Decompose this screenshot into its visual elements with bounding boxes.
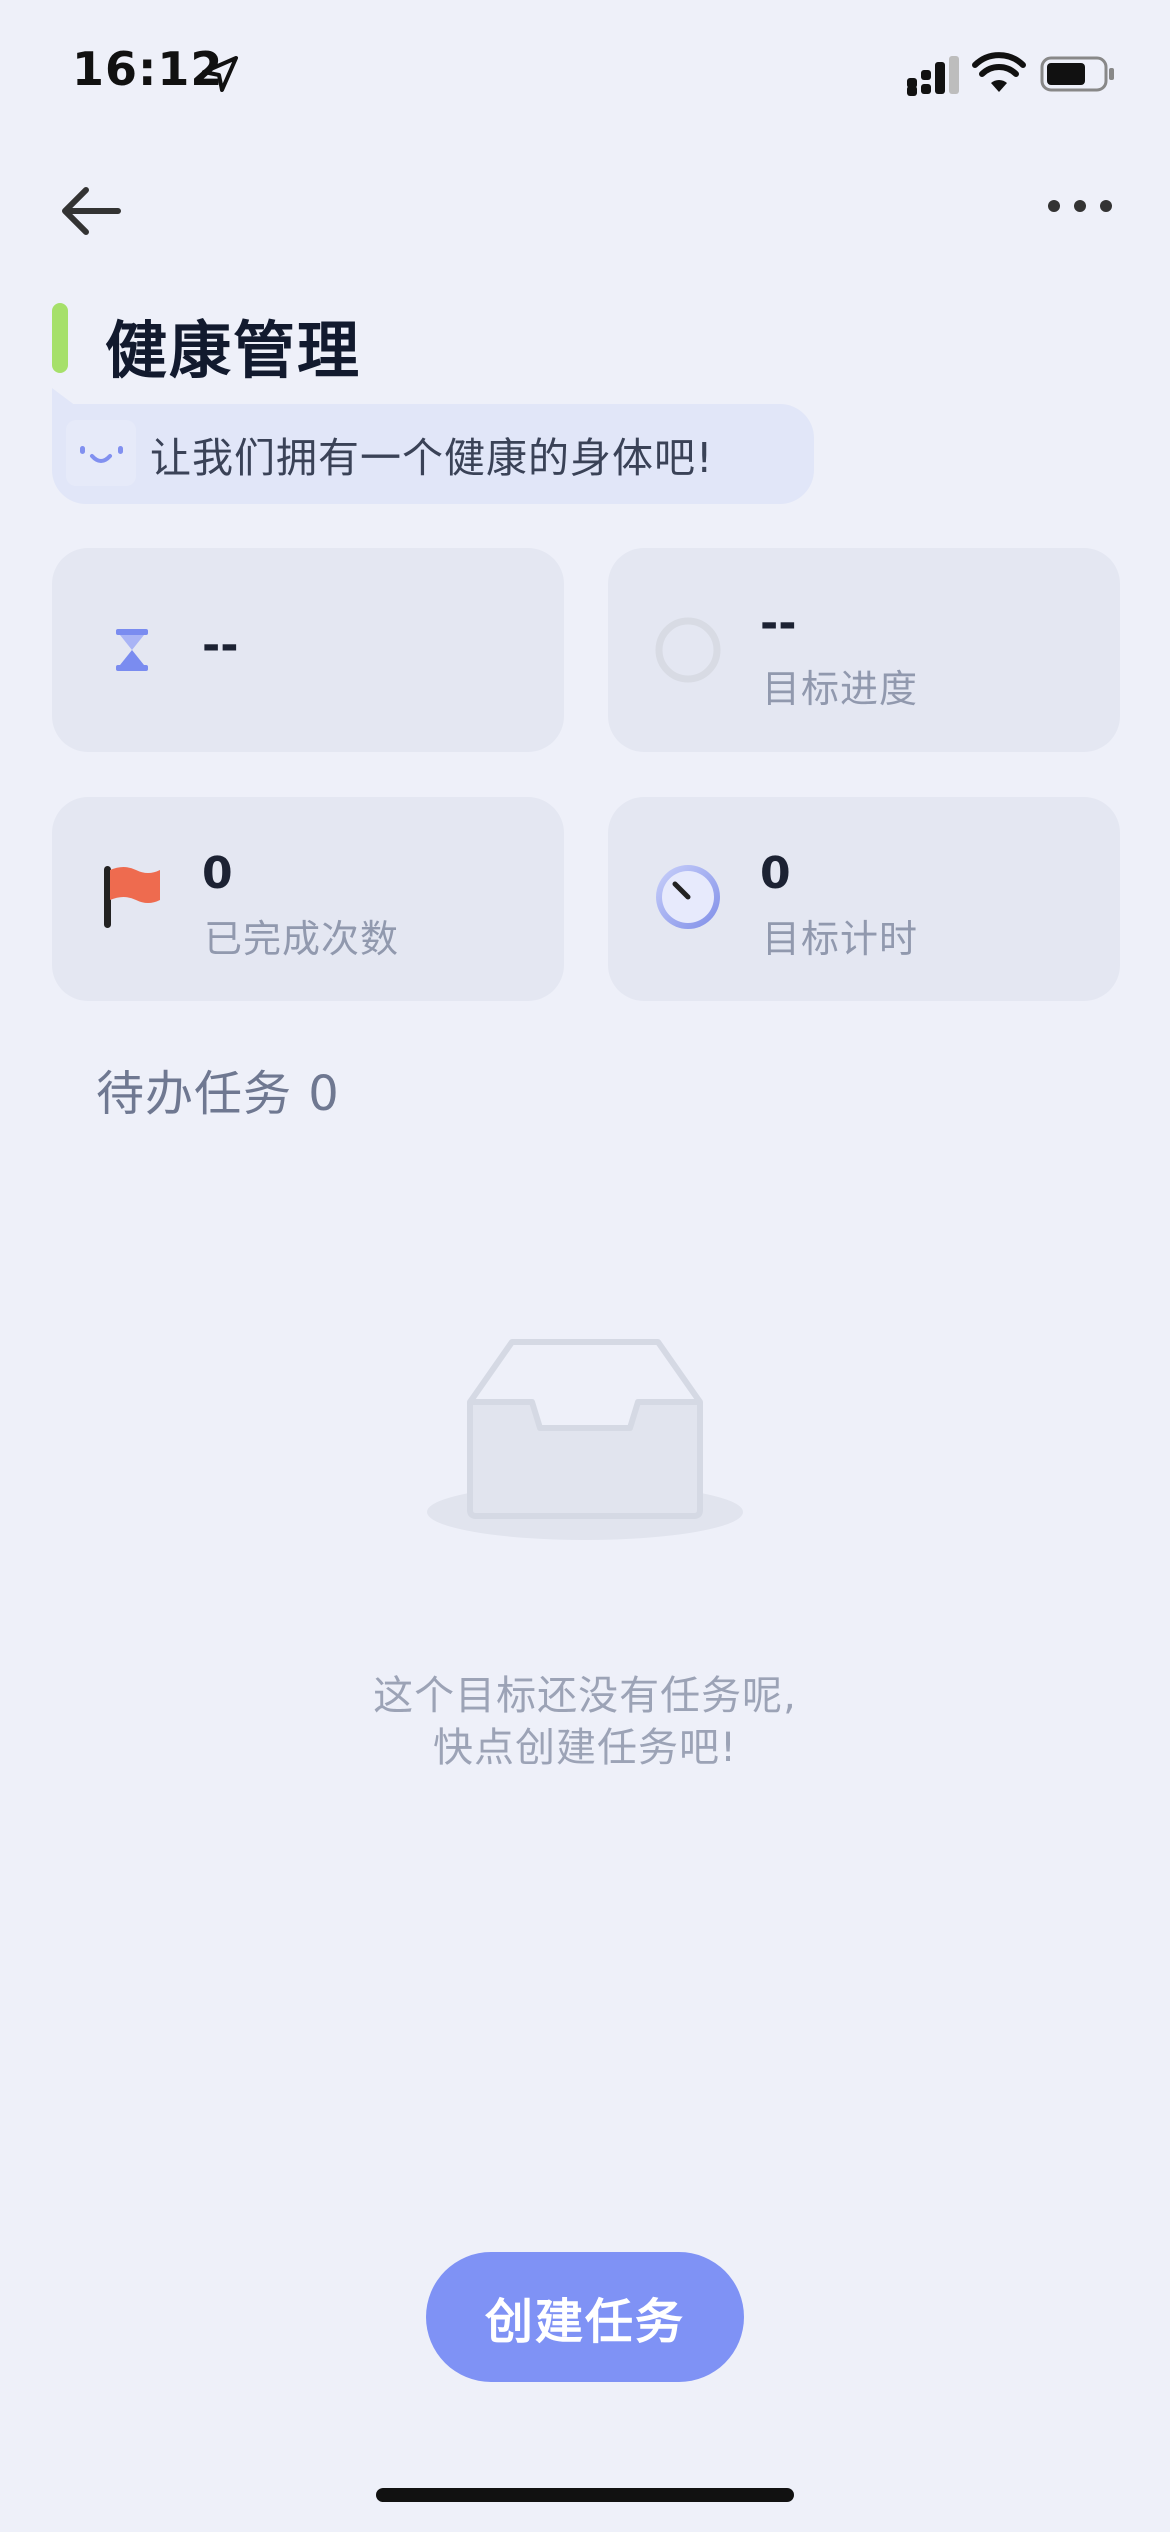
progress-label: 目标进度 — [762, 667, 919, 711]
timer-label: 目标计时 — [762, 917, 919, 961]
todo-section-title: 待办任务 0 — [96, 1066, 340, 1122]
battery-icon — [1040, 56, 1114, 92]
completed-value: 0 — [202, 848, 233, 899]
duration-value: -- — [202, 620, 239, 671]
create-task-button[interactable]: 创建任务 — [426, 2252, 744, 2382]
empty-state-line2: 快点创建任务吧! — [432, 1725, 738, 1771]
empty-inbox-icon — [427, 1339, 743, 1540]
hourglass-icon — [116, 629, 148, 671]
clock-icon — [656, 865, 720, 929]
motto-text: 让我们拥有一个健康的身体吧! — [150, 434, 714, 482]
progress-ring-icon — [655, 617, 721, 683]
page-title: 健康管理 — [105, 314, 362, 387]
completed-label: 已完成次数 — [204, 917, 400, 961]
title-accent-bar — [52, 303, 68, 373]
cellular-signal-icon — [907, 56, 959, 96]
empty-state-line1: 这个目标还没有任务呢, — [373, 1673, 797, 1719]
location-arrow-icon — [202, 56, 238, 92]
more-options-icon[interactable] — [1040, 180, 1120, 230]
wifi-icon — [972, 52, 1026, 92]
home-indicator[interactable] — [376, 2488, 794, 2502]
progress-value: -- — [760, 598, 797, 649]
back-arrow-icon[interactable] — [56, 180, 128, 242]
timer-value: 0 — [760, 848, 791, 899]
flag-icon — [104, 866, 160, 928]
smile-face-icon — [66, 420, 136, 486]
